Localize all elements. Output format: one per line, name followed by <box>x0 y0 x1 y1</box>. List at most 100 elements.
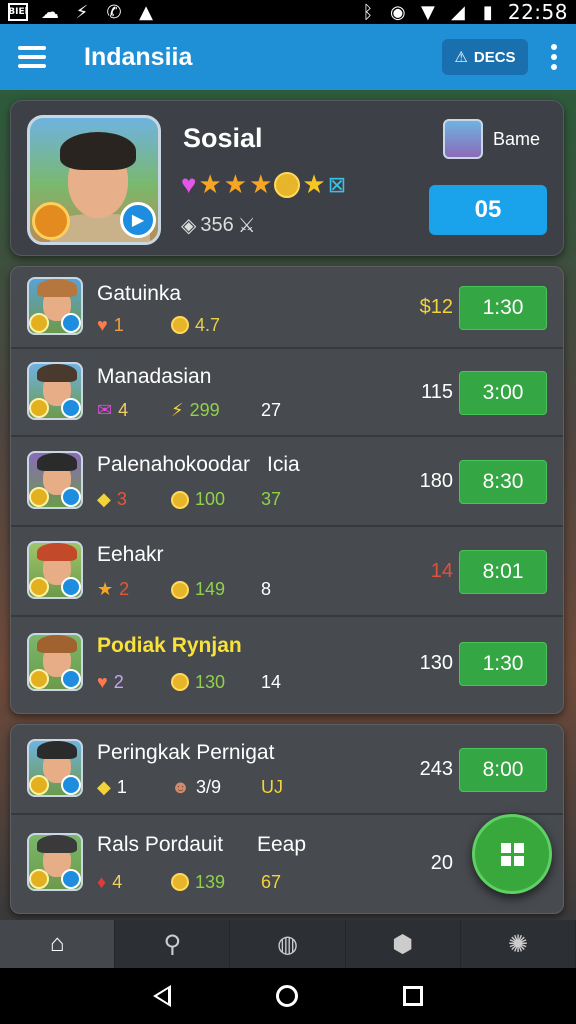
status-left-icons: BIEl ☁ ⚡ ✆ ▲ <box>8 1 156 23</box>
time-button[interactable]: 1:30 <box>459 642 547 686</box>
list-item[interactable]: Palenahokoodar Icia ◆ 3 100 37 180 8:30 <box>11 437 563 527</box>
menu-icon[interactable] <box>18 46 46 68</box>
stat-primary: ★ 2 <box>97 579 129 600</box>
home-circle-icon[interactable] <box>275 985 298 1007</box>
heart-icon: ♥ <box>181 169 197 199</box>
coin-icon <box>274 171 301 198</box>
decs-button[interactable]: ⚠ DECS <box>442 39 528 75</box>
time-button[interactable]: 8:30 <box>459 460 547 504</box>
tab-ball[interactable]: ◍ <box>230 920 346 968</box>
coin-icon <box>171 580 189 599</box>
player-name: Rals Pordauit <box>97 832 224 856</box>
player-name: Manadasian <box>97 364 212 388</box>
star-icon: ★ <box>97 579 114 600</box>
envelope-icon: ✉ <box>97 400 113 421</box>
stat-value: 3/9 <box>195 777 221 798</box>
decs-label: DECS <box>473 48 516 66</box>
avatar[interactable]: ▶ <box>27 115 161 245</box>
stat-value: 4 <box>118 400 129 421</box>
stat-value: 1 <box>116 777 127 798</box>
list-item[interactable]: Podiak Rynjan ♥ 2 130 14 130 1:30 <box>11 617 563 711</box>
player-list-secondary: Peringkak Pernigat ◆ 1 ☻ 3/9 UJ 243 8:00 Rals Po… <box>10 724 564 914</box>
close-box-icon[interactable]: ⊠ <box>328 172 346 198</box>
player-score: 14 <box>430 560 453 582</box>
coin-icon <box>171 873 189 892</box>
stat-tertiary: 14 <box>261 671 282 692</box>
stat-value: 299 <box>189 400 220 421</box>
signal-icon: ◢ <box>450 1 465 23</box>
avatar <box>27 833 83 891</box>
stat-value: 2 <box>119 579 130 600</box>
search-icon: ⚲ <box>163 930 182 958</box>
list-item[interactable]: Eehakr ★ 2 149 8 14 8:01 <box>11 527 563 617</box>
stat-primary: ♥ 1 <box>97 315 124 336</box>
score-button[interactable]: 05 <box>429 185 547 235</box>
play-icon[interactable]: ▶ <box>120 202 156 238</box>
stat-primary: ✉ 4 <box>97 400 128 421</box>
player-name: Palenahokoodar <box>97 453 250 477</box>
bluetooth-icon: ᛒ <box>362 1 374 23</box>
side-label: Bame <box>493 128 541 149</box>
stat-secondary: 130 <box>171 672 225 693</box>
diamond-icon: ◈ <box>181 215 197 237</box>
heart-icon: ♥ <box>97 671 108 692</box>
more-options-icon[interactable] <box>550 44 558 70</box>
stat-tertiary: 8 <box>261 579 272 600</box>
player-score: 180 <box>419 470 453 492</box>
sim-icon: BIEl <box>8 3 28 21</box>
avatar <box>27 541 83 599</box>
grid-icon <box>500 842 524 866</box>
player-tag: Eeap <box>257 832 307 856</box>
time-button[interactable]: 8:01 <box>459 550 547 594</box>
time-button[interactable]: 3:00 <box>459 371 547 415</box>
gem-value: 356 <box>200 214 234 236</box>
player-score: 243 <box>419 758 453 780</box>
coin-icon <box>171 673 189 692</box>
time-button[interactable]: 1:30 <box>459 286 547 330</box>
list-item[interactable]: Peringkak Pernigat ◆ 1 ☻ 3/9 UJ 243 8:00 <box>11 725 563 815</box>
tab-home[interactable]: ⌂ <box>0 920 116 968</box>
stat-value: 4 <box>112 871 123 892</box>
player-score: 20 <box>430 852 453 874</box>
player-name: Peringkak Pernigat <box>97 741 275 765</box>
stat-value: 3 <box>116 489 127 510</box>
tab-search[interactable]: ⚲ <box>115 920 231 968</box>
stat-tertiary: UJ <box>261 777 283 798</box>
stat-secondary: 100 <box>171 489 225 510</box>
side-profile[interactable]: Bame <box>443 119 540 159</box>
tab-bar: ⌂ ⚲ ◍ ⬢ ✺ <box>0 920 576 968</box>
back-icon[interactable] <box>152 985 171 1007</box>
stat-value: 139 <box>195 871 226 892</box>
clock: 22:58 <box>507 0 568 24</box>
stat-primary: ◆ 1 <box>97 777 127 798</box>
rating-row: ♥ ★ ★ ★ ★ ⊠ <box>181 169 346 200</box>
list-item[interactable]: Manadasian ✉ 4 ⚡ 299 27 115 3:00 <box>11 349 563 437</box>
diamond-icon: ◆ <box>97 489 111 510</box>
player-name: Podiak Rynjan <box>97 633 242 657</box>
gear-icon: ✺ <box>507 930 528 958</box>
stat-value: 1 <box>113 314 124 335</box>
tab-box[interactable]: ⬢ <box>346 920 461 968</box>
stat-value: 130 <box>195 671 226 692</box>
app-bar: Indansiia ⚠ DECS <box>0 24 576 90</box>
list-item[interactable]: Gatuinka ♥ 1 4.7 $12 1:30 <box>11 267 563 349</box>
stat-secondary: 4.7 <box>171 315 220 336</box>
star-icon: ★ <box>249 169 273 199</box>
stat-value: 4.7 <box>195 314 221 335</box>
player-score: 115 <box>421 381 453 403</box>
stat-primary: ◆ 3 <box>97 489 127 510</box>
add-button[interactable] <box>472 814 552 894</box>
swords-icon: ⚔ <box>237 215 256 237</box>
whatsapp-icon: ✆ <box>106 1 122 23</box>
stat-value: 149 <box>195 579 226 600</box>
alarm-icon: ◉ <box>390 1 406 23</box>
warning-icon: ⚠ <box>454 49 468 66</box>
player-name: Eehakr <box>97 543 164 567</box>
level-badge-icon <box>32 202 70 240</box>
time-button[interactable]: 8:00 <box>459 748 547 792</box>
avatar <box>443 119 483 159</box>
tab-settings[interactable]: ✺ <box>461 920 576 968</box>
stat-tertiary: 67 <box>261 871 282 892</box>
avatar <box>27 739 83 797</box>
recent-apps-icon[interactable] <box>403 986 424 1006</box>
